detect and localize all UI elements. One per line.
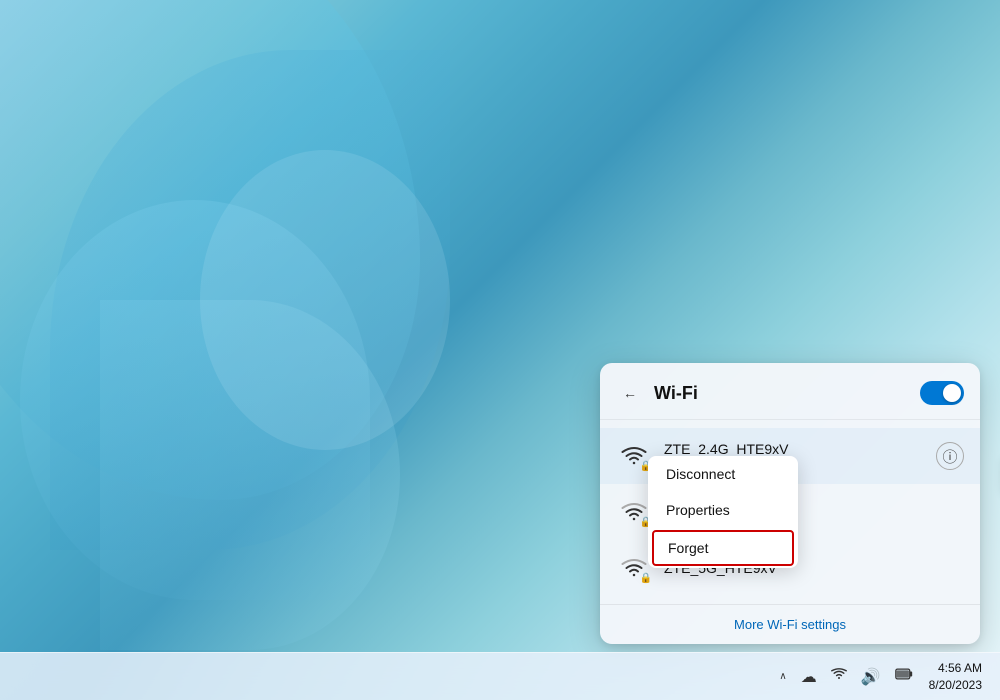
systray-chevron[interactable]: ∧: [775, 669, 790, 684]
network-list: 🔒 ZTE_2.4G_HTE9xV Connected, secured ⓘ D…: [600, 420, 980, 604]
network-icon-zte5g: 🔒: [616, 550, 652, 586]
network-name-zte24: ZTE_2.4G_HTE9xV: [664, 441, 924, 457]
wifi-toggle-track: [920, 381, 964, 405]
context-menu-forget[interactable]: Forget: [652, 530, 794, 566]
back-button[interactable]: ←: [616, 379, 644, 407]
network-icon-zte24: 🔒: [616, 438, 652, 474]
wifi-toggle[interactable]: [920, 381, 964, 405]
taskbar: ∧ ☁ 🔊 4:56 AM 8/20/2023: [0, 652, 1000, 700]
network-item-zte24[interactable]: 🔒 ZTE_2.4G_HTE9xV Connected, secured ⓘ D…: [600, 428, 980, 484]
context-menu-properties[interactable]: Properties: [648, 492, 798, 528]
wifi-panel-title: Wi-Fi: [654, 383, 910, 404]
network-icon-alcohol: 🔒: [616, 494, 652, 530]
lock-badge-zte5g: 🔒: [640, 573, 652, 584]
more-wifi-settings-link[interactable]: More Wi-Fi settings: [616, 617, 964, 632]
volume-icon[interactable]: 🔊: [857, 663, 885, 691]
wifi-toggle-thumb: [943, 384, 961, 402]
wifi-panel-footer: More Wi-Fi settings: [600, 604, 980, 644]
wifi-panel-header: ← Wi-Fi: [600, 363, 980, 420]
desktop-shape-5: [200, 150, 450, 450]
systray: ∧ ☁ 🔊 4:56 AM 8/20/2023: [775, 658, 988, 696]
context-menu-disconnect[interactable]: Disconnect: [648, 456, 798, 492]
cloud-icon[interactable]: ☁: [797, 663, 821, 691]
wifi-panel: ← Wi-Fi 🔒 ZTE_2.4G_HTE9xV: [600, 363, 980, 644]
battery-icon[interactable]: [891, 663, 917, 690]
network-info-button-zte24[interactable]: ⓘ: [936, 442, 964, 470]
taskbar-clock[interactable]: 4:56 AM 8/20/2023: [923, 658, 988, 696]
wifi-taskbar-icon[interactable]: [827, 663, 851, 690]
date-display: 8/20/2023: [929, 677, 982, 694]
time-display: 4:56 AM: [929, 660, 982, 677]
context-menu-zte24: Disconnect Properties Forget: [648, 456, 798, 568]
